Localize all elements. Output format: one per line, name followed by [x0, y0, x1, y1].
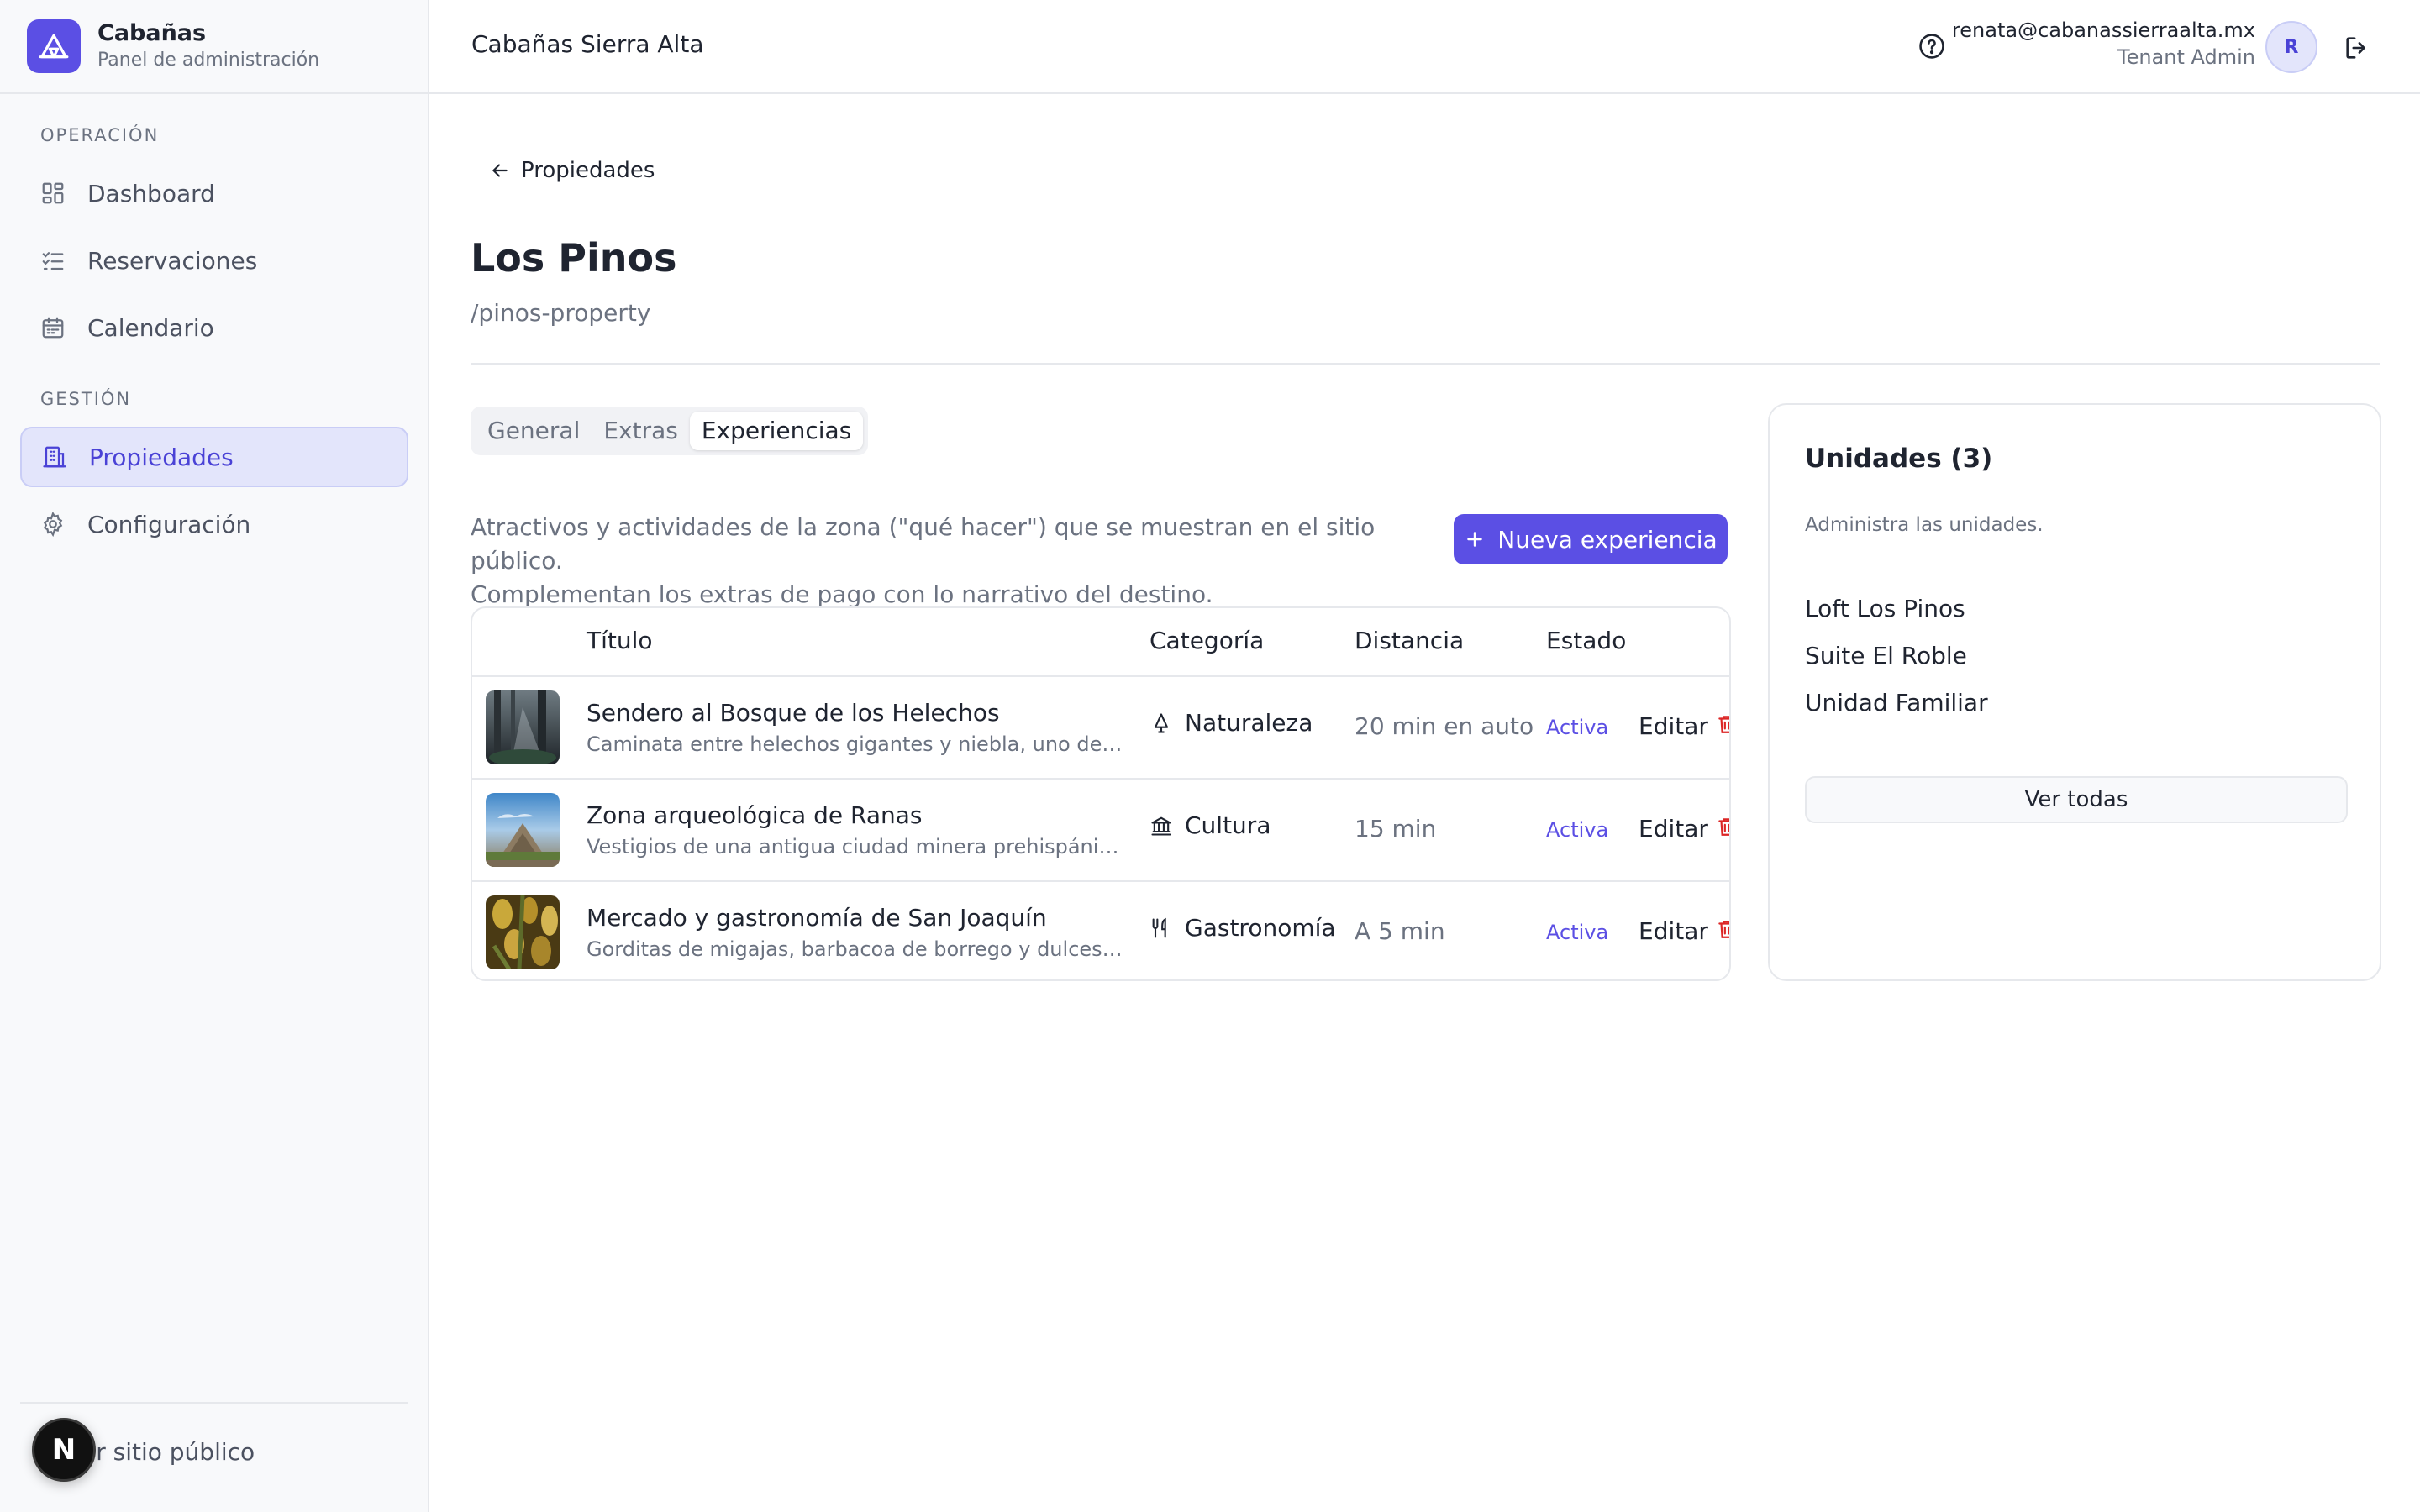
status-badge: Activa: [1546, 818, 1609, 842]
experience-title: Mercado y gastronomía de San Joaquín: [587, 904, 1047, 932]
back-link-label: Propiedades: [521, 158, 655, 183]
experience-category: Cultura: [1150, 811, 1270, 839]
brand[interactable]: Cabañas Panel de administración: [0, 0, 428, 94]
brand-subtitle: Panel de administración: [97, 50, 320, 71]
column-header-category: Categoría: [1150, 627, 1265, 654]
dev-tools-badge[interactable]: N: [32, 1418, 96, 1482]
experience-category: Gastronomía: [1150, 914, 1336, 942]
building-icon: [43, 446, 66, 468]
column-header-title: Título: [587, 627, 653, 654]
tent-logo-icon: [27, 19, 81, 73]
experience-distance: A 5 min: [1355, 917, 1445, 945]
edit-button[interactable]: Editar: [1639, 917, 1708, 945]
units-card: Unidades (3) Administra las unidades. Lo…: [1768, 403, 2381, 981]
help-icon[interactable]: [1918, 32, 1946, 64]
property-tabs: General Extras Experiencias: [471, 407, 869, 455]
delete-icon[interactable]: [1716, 712, 1729, 739]
sidebar-item-label: Propiedades: [89, 443, 234, 471]
dashboard-icon: [42, 182, 64, 204]
category-label: Gastronomía: [1185, 914, 1336, 942]
category-label: Naturaleza: [1185, 709, 1313, 737]
unit-item[interactable]: Loft Los Pinos: [1805, 595, 1965, 622]
experience-distance: 20 min en auto: [1355, 712, 1534, 740]
experience-distance: 15 min: [1355, 815, 1437, 843]
tree-icon: [1154, 712, 1169, 733]
experience-thumbnail: [486, 895, 560, 969]
experience-description: Caminata entre helechos gigantes y niebl…: [587, 732, 1124, 756]
status-badge: Activa: [1546, 716, 1609, 739]
sidebar-item-label: Reservaciones: [87, 246, 258, 275]
arrow-left-icon: [492, 164, 508, 177]
experiences-table: Título Categoría Distancia Estado Sender…: [471, 606, 1731, 981]
sidebar-item-calendario[interactable]: Calendario: [20, 297, 408, 358]
user-email: renata@cabanassierraalta.mx: [1951, 18, 2255, 42]
logout-icon[interactable]: [2343, 34, 2371, 66]
sidebar-item-label: Dashboard: [87, 179, 215, 207]
user-role: Tenant Admin: [2117, 45, 2255, 69]
checklist-icon: [42, 252, 64, 270]
plus-icon: [1467, 532, 1483, 547]
experience-thumbnail: [486, 690, 560, 764]
calendar-icon: [42, 317, 64, 339]
utensils-icon: [1152, 917, 1166, 938]
brand-name: Cabañas: [97, 20, 207, 46]
tab-general[interactable]: General: [476, 412, 592, 450]
property-slug: /pinos-property: [471, 299, 651, 327]
unit-item[interactable]: Unidad Familiar: [1805, 689, 1988, 717]
new-experience-button[interactable]: Nueva experiencia: [1454, 514, 1728, 564]
experience-description: Gorditas de migajas, barbacoa de borrego…: [587, 937, 1124, 961]
category-label: Cultura: [1185, 811, 1271, 839]
column-header-distance: Distancia: [1355, 627, 1465, 654]
delete-icon[interactable]: [1716, 917, 1729, 944]
experience-title: Zona arqueológica de Ranas: [587, 801, 923, 829]
new-experience-label: Nueva experiencia: [1497, 525, 1718, 554]
sidebar: Cabañas Panel de administración OPERACIÓ…: [0, 0, 429, 1512]
description-line: Atractivos y actividades de la zona ("qu…: [471, 513, 1376, 575]
delete-icon[interactable]: [1716, 815, 1729, 842]
unit-item[interactable]: Suite El Roble: [1805, 642, 1967, 669]
tab-experiencias[interactable]: Experiencias: [689, 412, 864, 450]
experience-category: Naturaleza: [1150, 709, 1313, 737]
tenant-title: Cabañas Sierra Alta: [471, 30, 704, 58]
see-all-units-button[interactable]: Ver todas: [1805, 776, 2348, 823]
sidebar-divider: [20, 1402, 408, 1404]
sidebar-item-configuracion[interactable]: Configuración: [20, 494, 408, 554]
back-to-properties-link[interactable]: Propiedades: [489, 158, 655, 183]
units-subtitle: Administra las unidades.: [1805, 514, 2044, 536]
table-row[interactable]: Zona arqueológica de Ranas Vestigios de …: [472, 780, 1729, 882]
table-row[interactable]: Mercado y gastronomía de San Joaquín Gor…: [472, 882, 1729, 979]
experience-description: Vestigios de una antigua ciudad minera p…: [587, 835, 1124, 858]
edit-button[interactable]: Editar: [1639, 815, 1708, 843]
landmark-icon: [1151, 816, 1171, 836]
status-badge: Activa: [1546, 921, 1609, 944]
tab-extras[interactable]: Extras: [592, 412, 690, 450]
sidebar-item-propiedades[interactable]: Propiedades: [20, 427, 408, 487]
column-header-status: Estado: [1546, 627, 1627, 654]
section-description: Atractivos y actividades de la zona ("qu…: [471, 511, 1395, 612]
edit-button[interactable]: Editar: [1639, 712, 1708, 740]
sidebar-item-dashboard[interactable]: Dashboard: [20, 163, 408, 223]
sidebar-item-reservaciones[interactable]: Reservaciones: [20, 230, 408, 291]
experience-title: Sendero al Bosque de los Helechos: [587, 699, 1000, 727]
header-divider: [471, 363, 2380, 365]
table-row[interactable]: Sendero al Bosque de los Helechos Camina…: [472, 677, 1729, 780]
gear-icon: [43, 512, 63, 537]
units-title: Unidades (3): [1805, 444, 1993, 474]
avatar[interactable]: R: [2265, 21, 2317, 73]
nav-section-operacion: OPERACIÓN: [40, 125, 160, 145]
page-title: Los Pinos: [471, 235, 677, 281]
experience-thumbnail: [486, 793, 560, 867]
sidebar-item-label: Configuración: [87, 510, 251, 538]
nav-section-gestion: GESTIÓN: [40, 389, 132, 409]
sidebar-item-label: Calendario: [87, 313, 214, 342]
